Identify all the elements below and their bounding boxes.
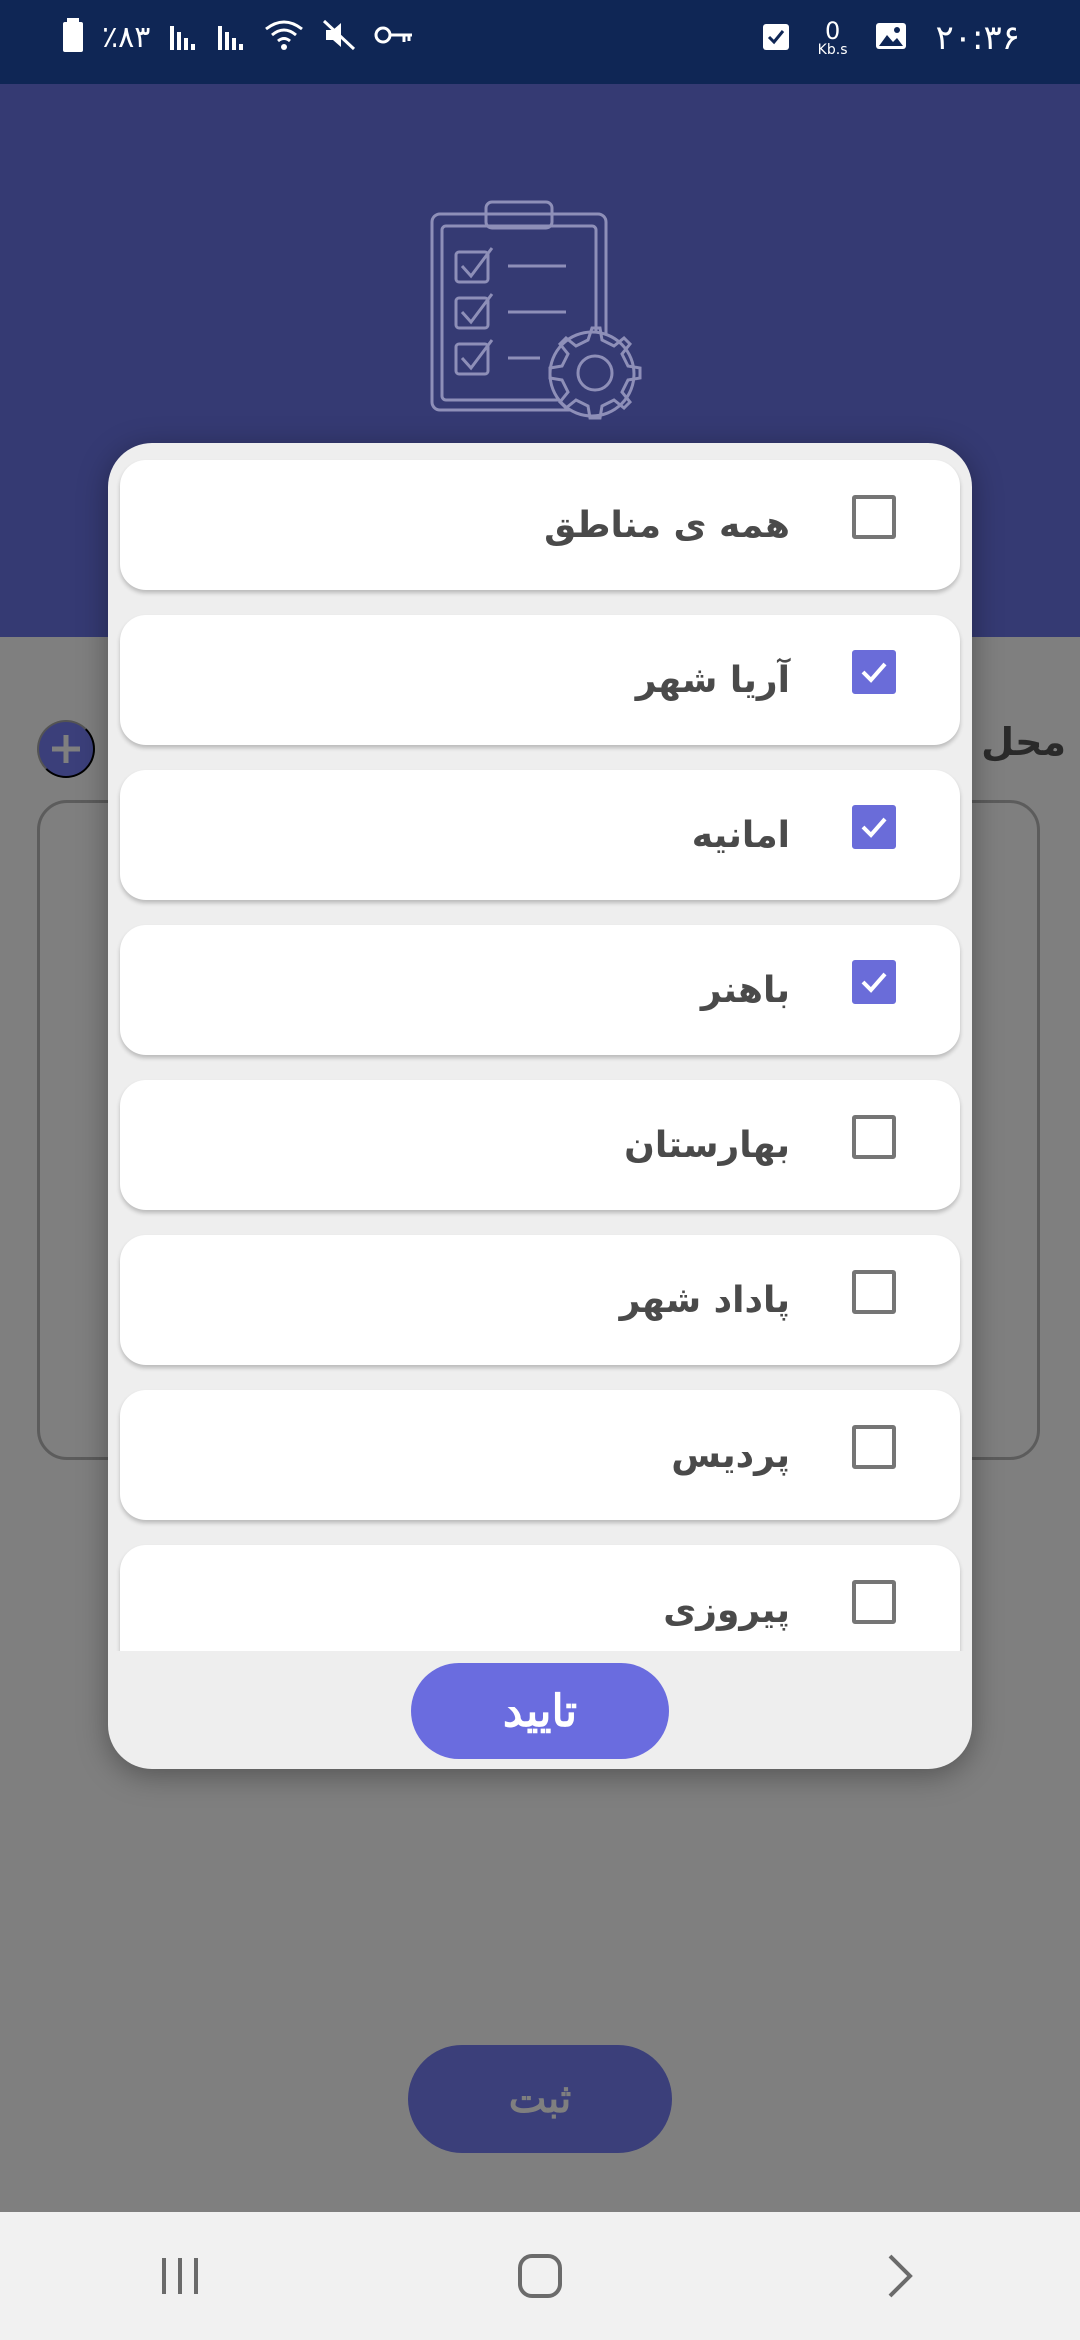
screen: ٪۸۳ 0 Kb.s ۲۰:۳۶ محل ثبت همه ی مناطق آری… [0, 0, 1080, 2340]
check-icon [861, 662, 887, 683]
home-button[interactable] [480, 2226, 600, 2326]
region-list[interactable]: همه ی مناطق آریا شهر امانیه باهنر بهارست… [108, 443, 972, 1651]
signal-icon [168, 20, 198, 54]
checkbox[interactable] [852, 650, 896, 694]
recent-apps-button[interactable] [120, 2226, 240, 2326]
checkbox[interactable] [852, 960, 896, 1004]
recent-apps-icon [162, 2258, 198, 2294]
checkbox[interactable] [852, 1425, 896, 1469]
task-check-icon [762, 21, 790, 55]
clock: ۲۰:۳۶ [935, 18, 1020, 58]
back-chevron-icon [888, 2254, 913, 2298]
list-item[interactable]: پیروزی [120, 1545, 960, 1651]
network-speed: 0 Kb.s [818, 19, 848, 57]
status-left: ٪۸۳ [62, 18, 414, 56]
list-item-label: بهارستان [624, 1124, 790, 1166]
battery-icon [62, 18, 84, 56]
submit-button[interactable]: ثبت [408, 2045, 672, 2153]
back-button[interactable] [840, 2226, 960, 2326]
list-item-label: آریا شهر [635, 659, 790, 701]
network-speed-value: 0 [824, 17, 841, 45]
status-right: 0 Kb.s ۲۰:۳۶ [762, 18, 1020, 58]
place-label: محل [981, 720, 1066, 764]
list-item[interactable]: امانیه [120, 770, 960, 900]
add-button[interactable] [37, 720, 95, 778]
clipboard-settings-icon [430, 200, 642, 420]
list-item-label: امانیه [691, 814, 790, 856]
vpn-key-icon [374, 22, 414, 52]
signal-icon-2 [216, 20, 246, 54]
list-item[interactable]: پاداد شهر [120, 1235, 960, 1365]
home-icon [518, 2254, 562, 2298]
list-item-label: باهنر [700, 969, 790, 1011]
list-item[interactable]: آریا شهر [120, 615, 960, 745]
checkbox[interactable] [852, 495, 896, 539]
confirm-button[interactable]: تایید [411, 1663, 669, 1759]
list-item-label: همه ی مناطق [544, 504, 790, 546]
check-icon [861, 972, 887, 993]
checkbox[interactable] [852, 1580, 896, 1624]
status-bar: ٪۸۳ 0 Kb.s ۲۰:۳۶ [0, 0, 1080, 84]
check-icon [861, 817, 887, 838]
list-item-label: پاداد شهر [619, 1279, 790, 1321]
navigation-bar [0, 2212, 1080, 2340]
list-item-label: پیروزی [663, 1589, 790, 1631]
mute-icon [322, 19, 356, 55]
network-speed-unit: Kb.s [817, 42, 848, 58]
image-icon [875, 22, 907, 54]
list-item-label: پردیس [671, 1434, 790, 1476]
wifi-icon [264, 19, 304, 55]
plus-icon [52, 735, 80, 763]
checkbox[interactable] [852, 1115, 896, 1159]
battery-percent: ٪۸۳ [102, 19, 151, 55]
list-item[interactable]: بهارستان [120, 1080, 960, 1210]
list-item[interactable]: همه ی مناطق [120, 460, 960, 590]
checkbox[interactable] [852, 1270, 896, 1314]
list-item[interactable]: باهنر [120, 925, 960, 1055]
region-select-dialog: همه ی مناطق آریا شهر امانیه باهنر بهارست… [108, 443, 972, 1769]
checkbox[interactable] [852, 805, 896, 849]
list-item[interactable]: پردیس [120, 1390, 960, 1520]
